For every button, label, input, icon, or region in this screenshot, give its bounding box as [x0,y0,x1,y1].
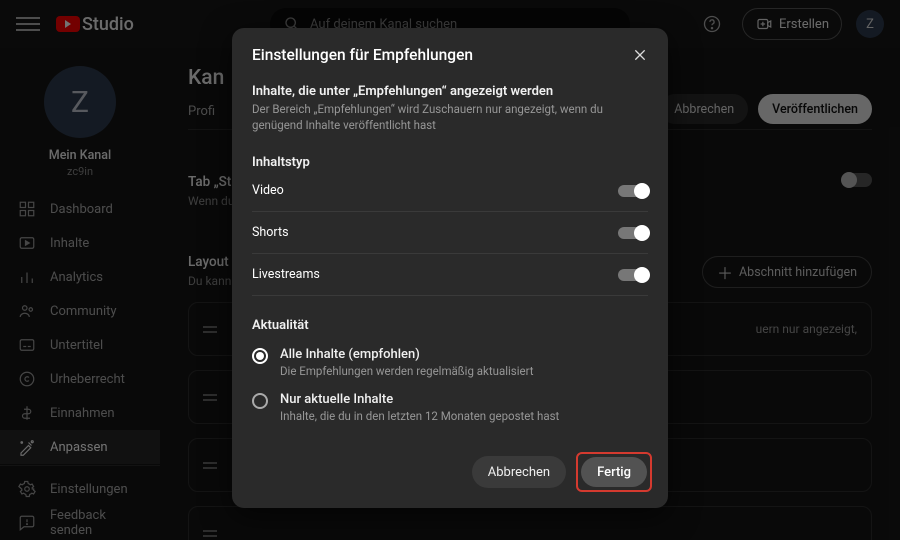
close-icon [632,47,648,63]
dialog-title: Einstellungen für Empfehlungen [252,46,473,64]
recommendations-dialog: Einstellungen für Empfehlungen Inhalte, … [232,28,668,508]
type-video-switch[interactable] [618,185,648,197]
type-livestreams-switch[interactable] [618,269,648,281]
recency-heading: Aktualität [252,318,648,333]
type-livestreams-label: Livestreams [252,267,320,282]
radio-all-label: Alle Inhalte (empfohlen) [280,347,534,362]
radio-all-content[interactable]: Alle Inhalte (empfohlen) Die Empfehlunge… [252,347,648,378]
radio-recent-label: Nur aktuelle Inhalte [280,392,559,407]
radio-recent-content[interactable]: Nur aktuelle Inhalte Inhalte, die du in … [252,392,648,423]
close-button[interactable] [632,47,648,63]
content-type-heading: Inhaltstyp [252,155,648,170]
type-shorts-switch[interactable] [618,227,648,239]
radio-icon [252,348,268,364]
dialog-done-highlight: Fertig [576,452,652,492]
type-video-label: Video [252,183,284,198]
dialog-done-button[interactable]: Fertig [581,457,647,487]
radio-recent-sub: Inhalte, die du in den letzten 12 Monate… [280,409,559,423]
dialog-section1-desc: Der Bereich „Empfehlungen“ wird Zuschaue… [252,102,648,133]
type-shorts-label: Shorts [252,225,289,240]
radio-icon [252,393,268,409]
dialog-section1-title: Inhalte, die unter „Empfehlungen“ angeze… [252,84,648,99]
dialog-cancel-button[interactable]: Abbrechen [472,456,566,488]
radio-all-sub: Die Empfehlungen werden regelmäßig aktua… [280,364,534,378]
